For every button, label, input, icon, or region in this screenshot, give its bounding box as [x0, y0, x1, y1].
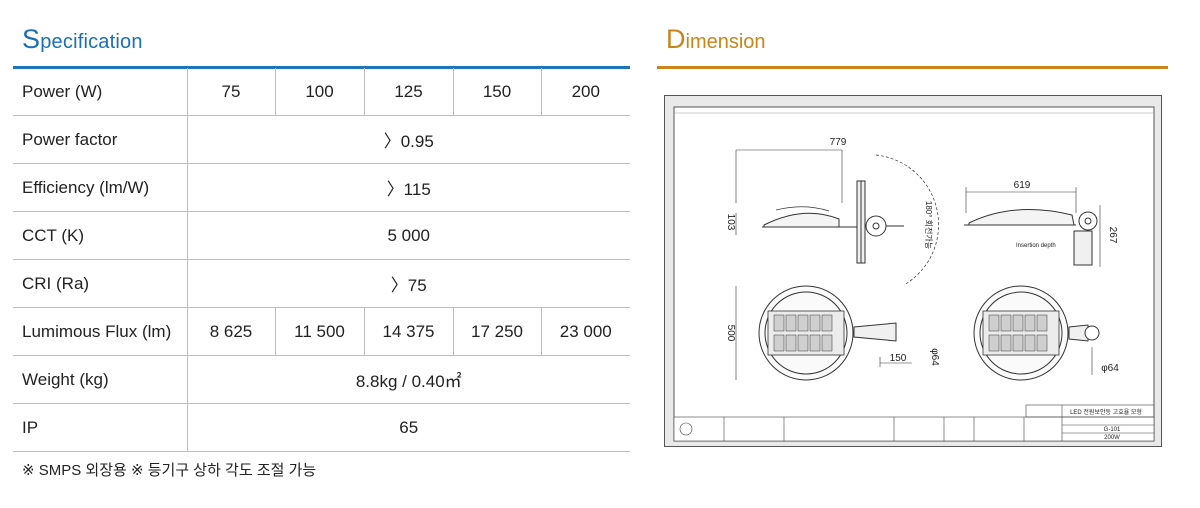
table-cell: 75: [187, 68, 276, 116]
table-cell: 14 375: [364, 307, 454, 356]
table-cell: 11 500: [275, 307, 365, 356]
row-label: CRI (Ra): [13, 259, 188, 308]
table-cell: 100: [275, 68, 365, 116]
table-cell: 17 250: [453, 307, 542, 356]
table-cell: 8 625: [187, 307, 276, 356]
table-cell: 125: [364, 68, 454, 116]
pipe2-label: φ64: [1101, 363, 1119, 374]
drawing-inner-frame: [673, 106, 1155, 442]
table-row-ip: IP 65: [13, 403, 630, 452]
row-label: Power (W): [13, 68, 188, 116]
rotation-label: 180° 회전가능: [924, 201, 934, 249]
table-cell: 150: [453, 68, 542, 116]
row-label: IP: [13, 403, 188, 452]
insertion-label: Insertion depth: [1016, 243, 1056, 249]
footnote: ※ SMPS 외장용 ※ 등기구 상하 각도 조절 가능: [22, 462, 317, 479]
height-side2-label: 267: [1107, 227, 1118, 244]
table-cell: 23 000: [541, 307, 630, 356]
pipe1-label: φ64: [929, 348, 940, 366]
width-side2-label: 619: [1014, 180, 1031, 191]
row-label: Efficiency (lm/W): [13, 163, 188, 212]
arm-label: 150: [890, 353, 907, 364]
dimension-rule: [657, 66, 1168, 69]
specification-title: Specification: [22, 24, 143, 54]
row-label: Weight (kg): [13, 355, 188, 404]
dimension-drawing: 779 103 180° 회전가능 619 267 Insertion dept…: [664, 95, 1162, 447]
table-row-cct: CCT (K) 5 000: [13, 211, 630, 260]
row-label: Power factor: [13, 115, 188, 164]
height-side-label: 103: [725, 214, 736, 231]
row-label: CCT (K): [13, 211, 188, 260]
width-side-label: 779: [830, 137, 847, 148]
table-cell: 65: [187, 403, 630, 452]
dimension-title: Dimension: [666, 24, 766, 54]
drawing-name: LED 전원보안등 고효율 모형: [1070, 408, 1142, 416]
table-row-efficiency: Efficiency (lm/W) 〉115: [13, 163, 630, 212]
table-row-cri: CRI (Ra) 〉75: [13, 259, 630, 308]
table-cell: 5 000: [187, 211, 630, 260]
table-cell: 〉0.95: [187, 115, 630, 164]
table-row-weight: Weight (kg) 8.8kg / 0.40㎡: [13, 355, 630, 404]
table-row-power-factor: Power factor 〉0.95: [13, 115, 630, 164]
diameter-label: 500: [725, 325, 736, 342]
table-cell: 8.8kg / 0.40㎡: [187, 355, 630, 404]
table-row-power: Power (W) 75 100 125 150 200: [13, 68, 630, 116]
table-cell: 〉115: [187, 163, 630, 212]
power-value: 200W: [1104, 435, 1120, 441]
table-cell: 200: [541, 68, 630, 116]
model-name: G-101: [1104, 427, 1121, 433]
table-cell: 〉75: [187, 259, 630, 308]
row-label: Lumimous Flux (lm): [13, 307, 188, 356]
specification-table: Power (W) 75 100 125 150 200 Power facto…: [13, 68, 630, 452]
table-row-flux: Lumimous Flux (lm) 8 625 11 500 14 375 1…: [13, 307, 630, 356]
